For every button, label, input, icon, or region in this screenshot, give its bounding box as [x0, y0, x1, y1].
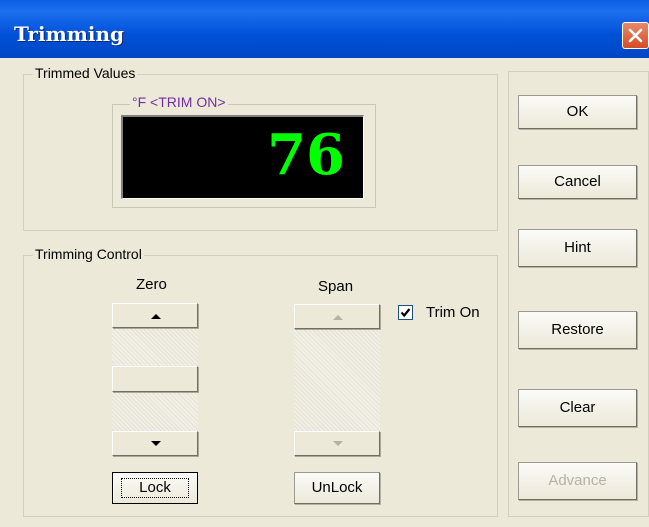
unlock-button[interactable]: UnLock [294, 472, 380, 504]
trimming-control-legend: Trimming Control [33, 246, 144, 262]
value-display: 76 [121, 115, 364, 199]
arrow-up-icon [333, 315, 343, 320]
close-button[interactable] [622, 22, 649, 49]
zero-scroll-thumb[interactable] [112, 366, 198, 392]
zero-label: Zero [136, 276, 167, 293]
arrow-down-icon [151, 441, 161, 446]
hint-button[interactable]: Hint [518, 229, 637, 267]
span-up-button [294, 304, 380, 329]
trimming-control-group [23, 255, 498, 517]
trimmed-values-legend: Trimmed Values [33, 65, 138, 81]
window-title: Trimming [14, 22, 125, 46]
arrow-up-icon [151, 314, 161, 319]
ok-button-label: OK [566, 103, 589, 120]
arrow-down-icon [333, 441, 343, 446]
trim-on-label: Trim On [426, 304, 480, 321]
clear-button[interactable]: Clear [518, 389, 637, 427]
trimming-dialog: Trimming Trimmed Values °F <TRIM ON> 76 … [0, 0, 649, 527]
zero-down-button[interactable] [112, 431, 198, 456]
trim-on-checkbox[interactable] [398, 305, 413, 320]
close-icon [628, 28, 643, 43]
restore-button-label: Restore [551, 321, 604, 338]
hint-button-label: Hint [564, 239, 591, 256]
unit-label: °F <TRIM ON> [130, 94, 228, 110]
buttons-panel [508, 71, 649, 517]
ok-button[interactable]: OK [518, 95, 637, 129]
checkmark-icon [400, 308, 411, 318]
span-down-button [294, 431, 380, 456]
trimmed-value: 76 [267, 122, 345, 188]
zero-up-button[interactable] [112, 303, 198, 328]
lock-button[interactable]: Lock [112, 472, 198, 504]
advance-button: Advance [518, 462, 637, 500]
cancel-button-label: Cancel [554, 173, 601, 190]
unlock-button-label: UnLock [311, 479, 363, 496]
restore-button[interactable]: Restore [518, 311, 637, 349]
span-label: Span [318, 278, 354, 295]
clear-button-label: Clear [559, 399, 596, 416]
advance-button-label: Advance [548, 472, 607, 489]
cancel-button[interactable]: Cancel [518, 165, 637, 199]
title-bar[interactable]: Trimming [0, 0, 649, 58]
lock-button-label: Lock [121, 478, 189, 498]
